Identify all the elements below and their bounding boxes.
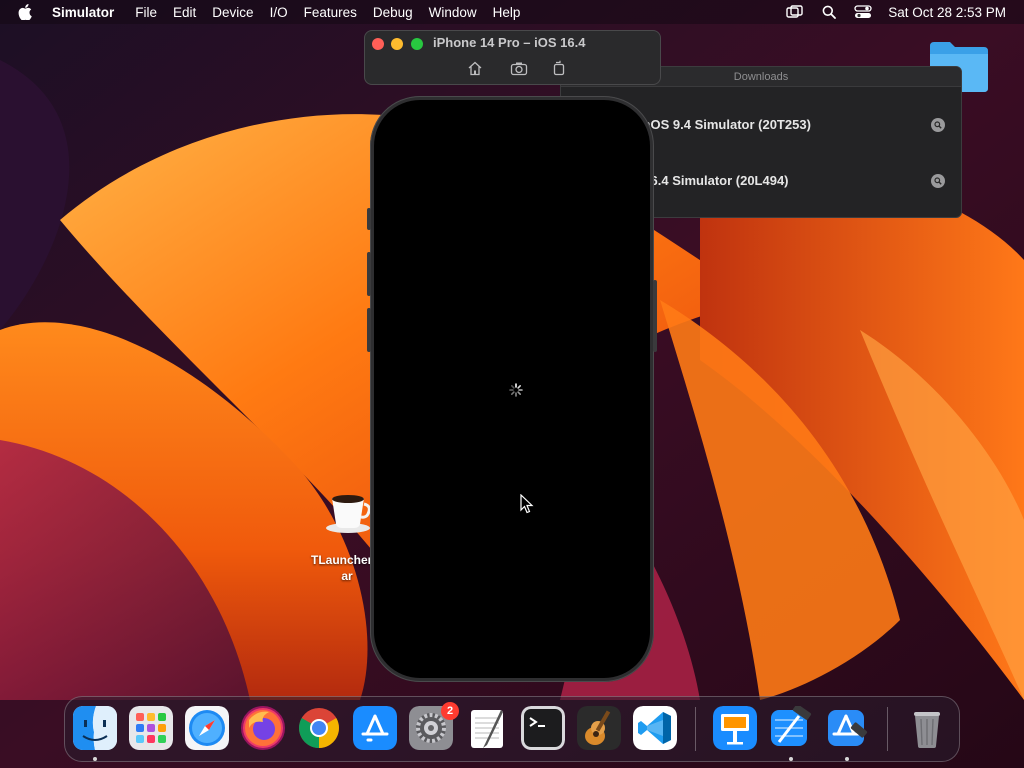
app-store-icon[interactable] — [353, 706, 397, 750]
menu-bar: Simulator File Edit Device I/O Features … — [0, 0, 1024, 24]
simulator-icon[interactable] — [825, 706, 869, 750]
menu-device[interactable]: Device — [204, 5, 261, 20]
screen-mirroring-icon[interactable] — [778, 5, 812, 19]
menu-io[interactable]: I/O — [262, 5, 296, 20]
side-button[interactable] — [653, 280, 657, 352]
keynote-icon[interactable] — [713, 706, 757, 750]
menu-file[interactable]: File — [127, 5, 165, 20]
finder-icon[interactable] — [73, 706, 117, 750]
device-screen[interactable] — [374, 100, 650, 678]
notification-badge: 2 — [441, 702, 459, 720]
loading-spinner-icon — [509, 383, 523, 397]
search-icon[interactable] — [812, 5, 846, 19]
menu-bar-clock[interactable]: Sat Oct 28 2:53 PM — [880, 5, 1024, 20]
apple-menu-icon[interactable] — [18, 4, 36, 20]
chrome-icon[interactable] — [297, 706, 341, 750]
window-minimize-button[interactable] — [391, 38, 403, 50]
vscode-icon[interactable] — [633, 706, 677, 750]
menu-app-name[interactable]: Simulator — [52, 5, 127, 20]
simulator-window-title: iPhone 14 Pro – iOS 16.4 — [433, 35, 586, 50]
magnifier-icon[interactable] — [931, 174, 945, 188]
magnifier-icon[interactable] — [931, 118, 945, 132]
dock-separator — [695, 707, 696, 751]
simulator-running-indicator — [845, 757, 849, 761]
menu-features[interactable]: Features — [296, 5, 365, 20]
trash-icon[interactable] — [905, 706, 949, 750]
volume-down-button[interactable] — [367, 308, 371, 352]
menu-help[interactable]: Help — [485, 5, 529, 20]
download-item-name: tchOS 9.4 Simulator (20T253) — [631, 117, 811, 132]
menu-debug[interactable]: Debug — [365, 5, 421, 20]
iphone-simulator-device — [367, 96, 657, 682]
screenshot-icon[interactable] — [510, 59, 528, 77]
coffee-cup-icon — [324, 490, 372, 534]
textedit-icon[interactable] — [465, 706, 509, 750]
action-button[interactable] — [367, 208, 371, 230]
simulator-window-titlebar[interactable]: iPhone 14 Pro – iOS 16.4 — [364, 30, 661, 85]
status-area: Sat Oct 28 2:53 PM — [778, 0, 1024, 24]
download-item-name: S 16.4 Simulator (20L494) — [631, 173, 789, 188]
mouse-cursor-icon — [520, 494, 534, 514]
control-center-icon[interactable] — [846, 5, 880, 19]
menu-window[interactable]: Window — [421, 5, 485, 20]
safari-icon[interactable] — [185, 706, 229, 750]
rotate-icon[interactable] — [550, 59, 568, 77]
window-close-button[interactable] — [372, 38, 384, 50]
dock: 2 — [64, 696, 960, 762]
firefox-icon[interactable] — [241, 706, 285, 750]
window-zoom-button[interactable] — [411, 38, 423, 50]
menu-edit[interactable]: Edit — [165, 5, 204, 20]
dock-separator — [887, 707, 888, 751]
home-icon[interactable] — [466, 59, 484, 77]
xcode-icon[interactable] — [769, 706, 813, 750]
garageband-icon[interactable] — [577, 706, 621, 750]
volume-up-button[interactable] — [367, 252, 371, 296]
xcode-running-indicator — [789, 757, 793, 761]
terminal-icon[interactable] — [521, 706, 565, 750]
finder-running-indicator — [93, 757, 97, 761]
launchpad-icon[interactable] — [129, 706, 173, 750]
